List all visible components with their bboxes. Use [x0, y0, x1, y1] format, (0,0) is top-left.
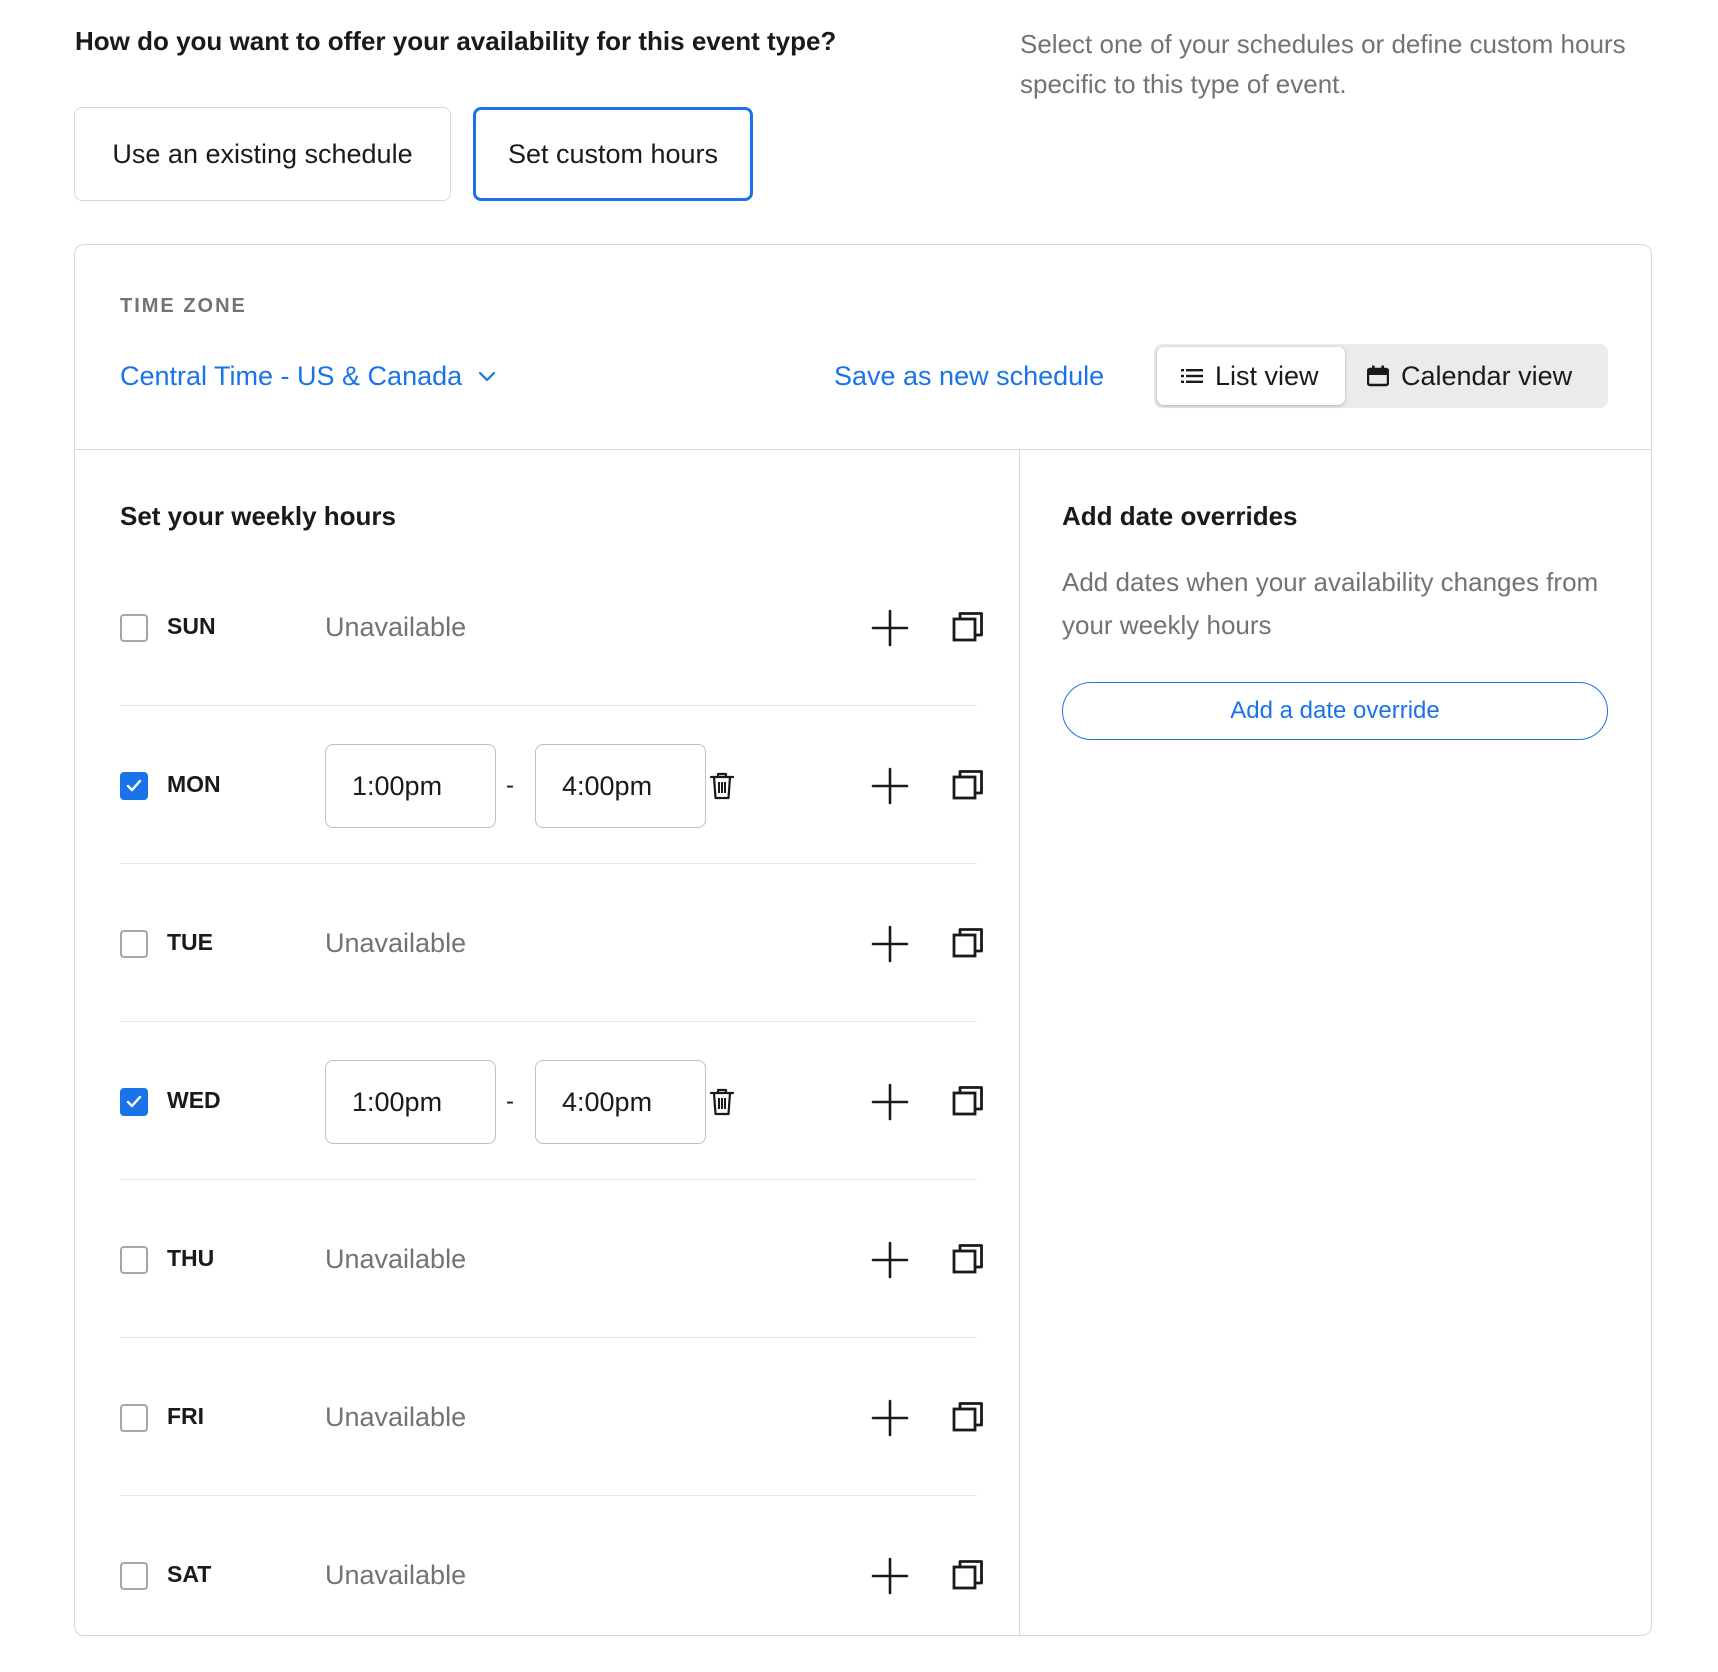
- card-header: TIME ZONE Central Time - US & Canada Sav…: [75, 245, 1651, 450]
- plus-icon: [871, 925, 909, 963]
- list-icon: [1181, 369, 1203, 383]
- day-checkbox-fri[interactable]: [120, 1404, 148, 1432]
- day-checkbox-wed[interactable]: [120, 1088, 148, 1116]
- day-row-fri: FRI Unavailable: [120, 1338, 983, 1496]
- calendar-view-button[interactable]: Calendar view: [1367, 347, 1607, 405]
- day-label: MON: [167, 771, 221, 797]
- add-interval-button[interactable]: [870, 1398, 910, 1438]
- check-icon: [126, 1095, 142, 1108]
- unavailable-text: Unavailable: [325, 928, 467, 958]
- list-view-label: List view: [1215, 360, 1319, 391]
- day-checkbox-thu[interactable]: [120, 1246, 148, 1274]
- day-row-sat: SAT Unavailable: [120, 1496, 983, 1653]
- day-row-mon: MON -: [120, 706, 983, 864]
- day-checkbox-sat[interactable]: [120, 1562, 148, 1590]
- copy-icon: [952, 770, 983, 800]
- copy-times-button[interactable]: [950, 1241, 986, 1277]
- unavailable-text: Unavailable: [325, 1560, 467, 1590]
- end-time-input[interactable]: [535, 744, 706, 828]
- copy-times-button[interactable]: [950, 925, 986, 961]
- timezone-select[interactable]: Central Time - US & Canada: [120, 361, 496, 392]
- plus-icon: [871, 1241, 909, 1279]
- add-interval-button[interactable]: [870, 924, 910, 964]
- plus-icon: [871, 1399, 909, 1437]
- day-label: TUE: [167, 929, 213, 955]
- day-label: THU: [167, 1245, 215, 1271]
- weekly-hours-section: Set your weekly hours SUN Unavailable MON -…: [75, 450, 1020, 1637]
- end-time-input[interactable]: [535, 1060, 706, 1144]
- add-interval-button[interactable]: [870, 766, 910, 806]
- add-date-override-button[interactable]: Add a date override: [1062, 682, 1608, 740]
- delete-interval-button[interactable]: [704, 1084, 740, 1120]
- date-overrides-section: Add date overrides Add dates when your a…: [1020, 450, 1651, 1637]
- day-row-sun: SUN Unavailable: [120, 548, 983, 706]
- use-existing-schedule-button[interactable]: Use an existing schedule: [74, 107, 451, 201]
- timezone-label: TIME ZONE: [120, 295, 247, 317]
- add-interval-button[interactable]: [870, 1082, 910, 1122]
- copy-times-button[interactable]: [950, 1083, 986, 1119]
- unavailable-text: Unavailable: [325, 1402, 467, 1432]
- day-label: SAT: [167, 1561, 212, 1587]
- set-custom-hours-button[interactable]: Set custom hours: [473, 107, 753, 201]
- availability-help-text: Select one of your schedules or define c…: [1020, 29, 1626, 99]
- unavailable-text: Unavailable: [325, 612, 467, 642]
- check-icon: [126, 779, 142, 792]
- trash-icon: [709, 1088, 735, 1116]
- day-checkbox-sun[interactable]: [120, 614, 148, 642]
- day-row-thu: THU Unavailable: [120, 1180, 983, 1338]
- add-interval-button[interactable]: [870, 1556, 910, 1596]
- save-as-new-schedule-link[interactable]: Save as new schedule: [834, 361, 1104, 392]
- copy-icon: [952, 1086, 983, 1116]
- timezone-value: Central Time - US & Canada: [120, 361, 463, 391]
- plus-icon: [871, 1083, 909, 1121]
- copy-icon: [952, 1244, 983, 1274]
- calendar-view-label: Calendar view: [1401, 360, 1573, 391]
- start-time-input[interactable]: [325, 744, 496, 828]
- add-interval-button[interactable]: [870, 1240, 910, 1280]
- day-row-tue: TUE Unavailable: [120, 864, 983, 1022]
- day-checkbox-mon[interactable]: [120, 772, 148, 800]
- view-toggle: List view Calendar view: [1154, 344, 1608, 408]
- copy-icon: [952, 928, 983, 958]
- copy-times-button[interactable]: [950, 1399, 986, 1435]
- copy-times-button[interactable]: [950, 609, 986, 645]
- plus-icon: [871, 767, 909, 805]
- day-checkbox-tue[interactable]: [120, 930, 148, 958]
- availability-question: How do you want to offer your availabili…: [75, 26, 837, 56]
- weekly-hours-title: Set your weekly hours: [120, 501, 396, 531]
- copy-icon: [952, 612, 983, 642]
- date-overrides-title: Add date overrides: [1062, 501, 1298, 531]
- day-label: SUN: [167, 613, 216, 639]
- day-label: WED: [167, 1087, 221, 1113]
- time-range-separator: -: [506, 1088, 514, 1115]
- date-overrides-description: Add dates when your availability changes…: [1062, 567, 1599, 640]
- plus-icon: [871, 609, 909, 647]
- day-label: FRI: [167, 1403, 205, 1429]
- calendar-icon: [1367, 365, 1389, 387]
- trash-icon: [709, 772, 735, 800]
- time-range-separator: -: [506, 772, 514, 799]
- copy-icon: [952, 1560, 983, 1590]
- plus-icon: [871, 1557, 909, 1595]
- add-interval-button[interactable]: [870, 608, 910, 648]
- delete-interval-button[interactable]: [704, 768, 740, 804]
- copy-icon: [952, 1402, 983, 1432]
- copy-times-button[interactable]: [950, 1557, 986, 1593]
- day-row-wed: WED -: [120, 1022, 983, 1180]
- unavailable-text: Unavailable: [325, 1244, 467, 1274]
- start-time-input[interactable]: [325, 1060, 496, 1144]
- custom-hours-card: TIME ZONE Central Time - US & Canada Sav…: [74, 244, 1652, 1637]
- chevron-down-icon: [479, 371, 496, 381]
- list-view-button[interactable]: List view: [1157, 347, 1345, 405]
- copy-times-button[interactable]: [950, 767, 986, 803]
